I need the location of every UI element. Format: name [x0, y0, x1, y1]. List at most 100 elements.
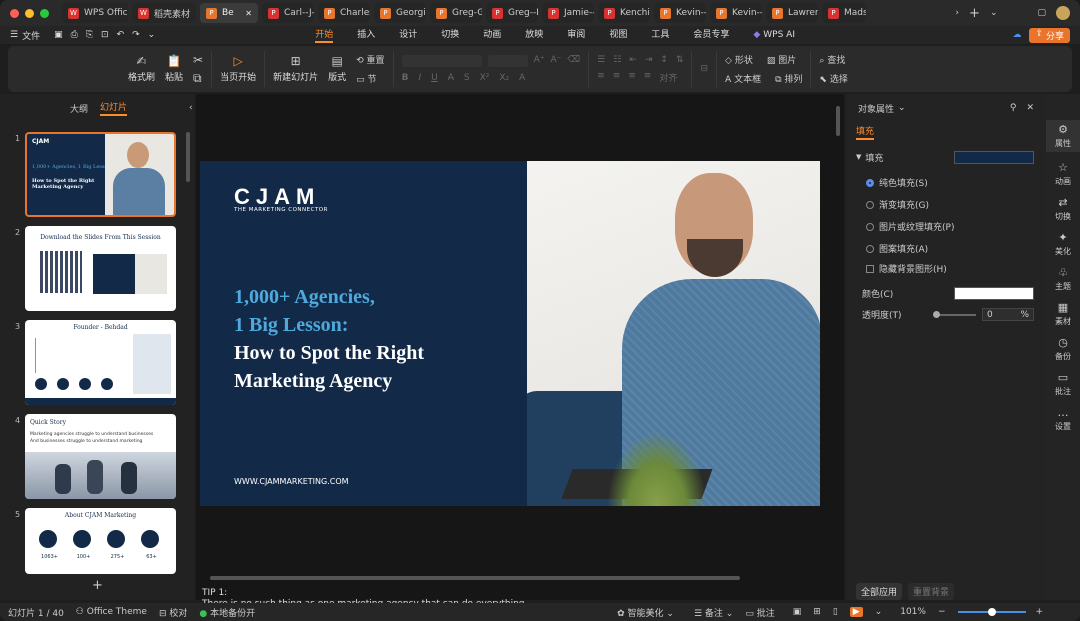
select-button[interactable]: ⬉ 选择 — [819, 72, 847, 85]
subscript-icon[interactable]: X₂ — [499, 73, 509, 83]
superscript-icon[interactable]: X² — [480, 73, 490, 83]
minimize-window-button[interactable] — [25, 8, 34, 18]
text-direction-icon[interactable]: ⇅ — [676, 55, 684, 65]
shrink-font-icon[interactable]: A⁻ — [550, 55, 561, 67]
strikethrough-icon[interactable]: A̶ — [448, 73, 454, 83]
text-box-tool-icon[interactable]: ⊟ — [700, 64, 708, 74]
tab-outline[interactable]: 大纲 — [70, 102, 88, 115]
close-window-button[interactable] — [10, 8, 19, 18]
hamburger-icon[interactable]: ☰ — [10, 30, 18, 40]
ribbon-tab-4[interactable]: 动画 — [483, 27, 501, 43]
layout-button[interactable]: ▤ 版式 — [328, 55, 346, 83]
chevron-down-icon[interactable]: ⌄ — [898, 103, 906, 113]
font-family-select[interactable] — [401, 55, 482, 67]
document-tab[interactable]: P Greg-Git — [430, 3, 482, 23]
tab-list-chevron-icon[interactable]: ⌄ — [990, 8, 998, 18]
italic-icon[interactable]: I — [418, 73, 421, 83]
zoom-out-icon[interactable]: − — [938, 607, 946, 617]
line-spacing-icon[interactable]: ↕ — [660, 55, 668, 65]
section-button[interactable]: ▭ 节 — [356, 72, 384, 85]
reading-view-icon[interactable]: ▯ — [833, 607, 838, 617]
ribbon-tab-2[interactable]: 设计 — [399, 27, 417, 43]
maximize-window-button[interactable] — [40, 8, 49, 18]
document-tab[interactable]: P Kevin--M — [710, 3, 762, 23]
document-tab[interactable]: P Jamie--IF — [542, 3, 594, 23]
slideshow-button[interactable]: ▶ — [849, 607, 863, 617]
cut-icon[interactable]: ✂ — [193, 54, 203, 66]
format-painter-button[interactable]: ✍ 格式刷 — [128, 55, 155, 83]
shape-button[interactable]: ◇ 形状 — [725, 53, 753, 66]
pin-icon[interactable]: ⚲ — [1010, 103, 1017, 113]
slide-thumbnail-3[interactable]: Founder - Behdad — [25, 320, 176, 405]
print-icon[interactable]: ⎘ — [86, 30, 93, 40]
slide-thumbnail-5[interactable]: About CJAM Marketing 1063+ 100+ 275+ 63+ — [25, 508, 176, 574]
align-text-label[interactable]: 对齐 — [659, 71, 677, 84]
grow-font-icon[interactable]: A⁺ — [534, 55, 545, 67]
sidebar-item-0[interactable]: ⚙ 属性 — [1046, 120, 1080, 152]
ribbon-tab-7[interactable]: 视图 — [609, 27, 627, 43]
save-icon[interactable]: ▣ — [54, 30, 63, 40]
zoom-dropdown-icon[interactable]: ⌄ — [875, 607, 883, 617]
smart-beautify-button[interactable]: ✿ 智能美化 ⌄ — [617, 606, 674, 619]
document-tab[interactable]: P Mads-- — [822, 3, 866, 23]
arrange-button[interactable]: ⧉ 排列 — [775, 72, 802, 85]
document-tab[interactable]: P Kenchi--S — [598, 3, 650, 23]
redo-icon[interactable]: ↷ — [132, 30, 140, 40]
more-chevron-icon[interactable]: ⌄ — [148, 30, 156, 40]
slide-canvas[interactable]: CJAM THE MARKETING CONNECTOR 1,000+ Agen… — [196, 94, 844, 609]
play-from-current-button[interactable]: ▷ 当页开始 — [220, 55, 256, 83]
sidebar-item-7[interactable]: ▭ 批注 — [1046, 371, 1080, 397]
document-tab[interactable]: P Kevin--Je — [654, 3, 706, 23]
paste-button[interactable]: 📋 粘贴 — [165, 55, 183, 83]
document-tab[interactable]: P Carl--J--B — [262, 3, 314, 23]
bold-icon[interactable]: B — [402, 73, 409, 83]
ribbon-tab-1[interactable]: 插入 — [357, 27, 375, 43]
wps-ai-button[interactable]: ◆ WPS AI — [753, 30, 795, 40]
tab-fill[interactable]: 填充 — [856, 124, 875, 140]
hide-bg-checkbox[interactable] — [866, 264, 874, 273]
close-tab-icon[interactable]: ✕ — [245, 9, 252, 18]
zoom-level[interactable]: 101% — [900, 607, 926, 617]
indent-increase-icon[interactable]: ⇥ — [645, 55, 653, 65]
ribbon-tab-6[interactable]: 审阅 — [567, 27, 585, 43]
ribbon-tab-8[interactable]: 工具 — [651, 27, 669, 43]
document-tab[interactable]: P Greg--He — [486, 3, 538, 23]
sidebar-item-4[interactable]: ♧ 主题 — [1046, 266, 1080, 292]
undo-icon[interactable]: ↶ — [117, 30, 125, 40]
transparency-input[interactable]: 0 % — [982, 308, 1034, 321]
fill-option[interactable]: 渐变填充(G) — [866, 198, 1046, 211]
align-left-icon[interactable]: ≡ — [597, 71, 605, 84]
cloud-icon[interactable]: ☁ — [1012, 30, 1021, 40]
apply-all-button[interactable]: 全部应用 — [856, 583, 903, 600]
document-tab[interactable]: W WPS Office — [62, 3, 128, 23]
underline-icon[interactable]: U — [431, 73, 438, 83]
tab-scroll-right-icon[interactable]: › — [955, 8, 959, 18]
ribbon-tab-9[interactable]: 会员专享 — [693, 27, 729, 43]
new-tab-icon[interactable]: + — [969, 6, 980, 21]
document-tab[interactable]: P Lawrence — [766, 3, 818, 23]
align-center-icon[interactable]: ≡ — [613, 71, 621, 84]
export-icon[interactable]: ⎙ — [71, 30, 78, 40]
notes-button[interactable]: ☰ 备注 ⌄ — [694, 606, 733, 619]
slide-thumbnail-2[interactable]: Download the Slides From This Session — [25, 226, 176, 311]
tab-slides[interactable]: 幻灯片 — [100, 100, 128, 116]
document-tab[interactable]: P Charles-- — [318, 3, 370, 23]
current-slide[interactable]: CJAM THE MARKETING CONNECTOR 1,000+ Agen… — [200, 161, 820, 506]
document-tab[interactable]: P Be ✕ — [200, 3, 258, 23]
share-button[interactable]: ⇪ 分享 — [1029, 27, 1070, 43]
slide-thumbnail-4[interactable]: Quick Story Marketing agencies struggle … — [25, 414, 176, 499]
theme-button[interactable]: ⚇ Office Theme — [76, 607, 147, 617]
zoom-slider[interactable] — [957, 608, 1026, 616]
normal-view-icon[interactable]: ▣ — [793, 607, 802, 617]
sidebar-item-6[interactable]: ◷ 备份 — [1046, 336, 1080, 362]
new-slide-button[interactable]: ⊞ 新建幻灯片 — [273, 55, 318, 83]
close-icon[interactable]: ✕ — [1026, 103, 1034, 113]
proofread-button[interactable]: ⊟ 校对 — [159, 606, 187, 619]
tile-windows-icon[interactable]: ▢ — [1037, 8, 1046, 18]
find-button[interactable]: ⌕ 查找 — [819, 53, 845, 66]
textbox-button[interactable]: A 文本框 — [725, 72, 761, 85]
file-menu[interactable]: 文件 — [22, 29, 40, 42]
document-tab[interactable]: P Georgia-- — [374, 3, 426, 23]
fill-option[interactable]: 纯色填充(S) — [866, 176, 1046, 189]
copy-icon[interactable]: ⧉ — [193, 72, 203, 84]
